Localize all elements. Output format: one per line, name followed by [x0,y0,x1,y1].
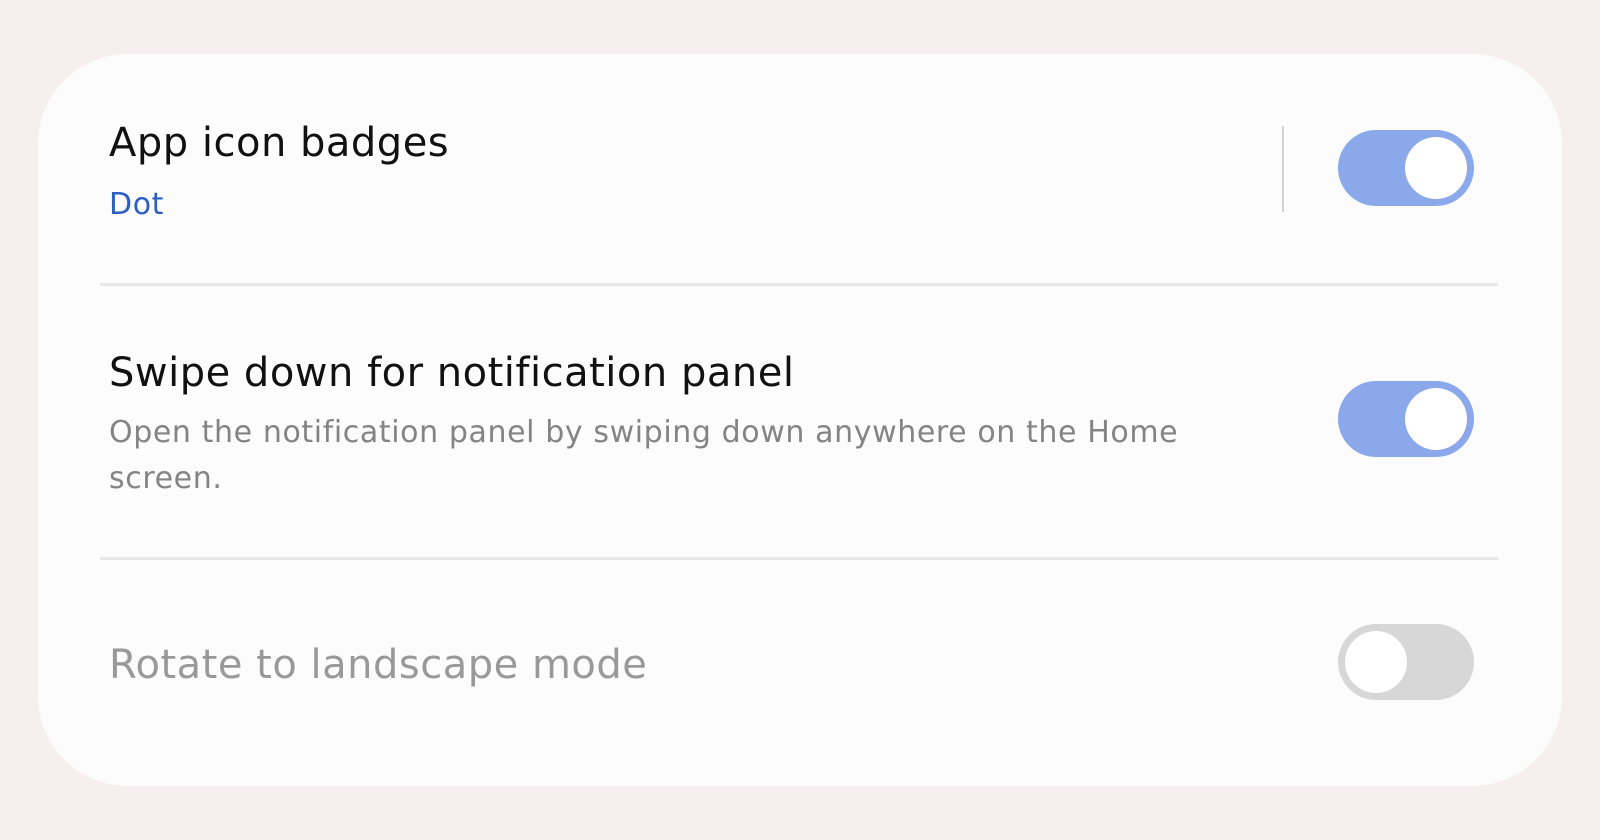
setting-title: Rotate to landscape mode [109,642,648,688]
rotate-landscape-toggle[interactable] [1338,624,1474,700]
swipe-down-notification-toggle[interactable] [1338,381,1474,457]
app-icon-badges-toggle[interactable] [1338,130,1474,206]
toggle-knob [1345,631,1407,693]
toggle-knob [1405,388,1467,450]
vertical-separator [1282,126,1284,212]
setting-description: Open the notification panel by swiping d… [109,415,1179,496]
setting-row-rotate-landscape[interactable]: Rotate to landscape mode [38,560,1562,786]
setting-row-app-icon-badges[interactable]: App icon badges Dot [38,54,1562,286]
setting-title: Swipe down for notification panel [109,350,795,396]
setting-title: App icon badges [109,120,450,166]
toggle-knob [1405,137,1467,199]
setting-row-swipe-down-notification-panel[interactable]: Swipe down for notification panel Open t… [38,286,1562,558]
settings-card: App icon badges Dot Swipe down for notif… [38,54,1562,786]
setting-value: Dot [109,187,165,222]
